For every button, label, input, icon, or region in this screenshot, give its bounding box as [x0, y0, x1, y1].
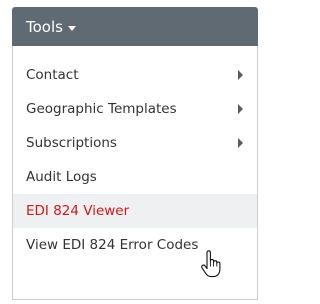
menu-item-edi-824-viewer[interactable]: EDI 824 Viewer	[13, 194, 257, 228]
menu-item-label: View EDI 824 Error Codes	[26, 237, 199, 253]
caret-down-icon	[67, 25, 76, 31]
submenu-arrow-icon	[238, 104, 243, 114]
menu-item-audit-logs[interactable]: Audit Logs	[13, 160, 257, 194]
menu-item-label: Subscriptions	[26, 135, 117, 151]
tools-dropdown-menu: Contact Geographic Templates Subscriptio…	[12, 46, 258, 300]
menu-item-label: Audit Logs	[26, 169, 97, 185]
menu-item-view-edi-824-error-codes[interactable]: View EDI 824 Error Codes	[13, 228, 257, 262]
menu-item-geographic-templates[interactable]: Geographic Templates	[13, 92, 257, 126]
menu-item-label: Geographic Templates	[26, 101, 177, 117]
tools-menu-title: Tools	[26, 17, 63, 36]
menu-item-label: Contact	[26, 67, 79, 83]
menu-item-contact[interactable]: Contact	[13, 58, 257, 92]
submenu-arrow-icon	[238, 70, 243, 80]
menu-item-label: EDI 824 Viewer	[26, 203, 130, 219]
menu-item-subscriptions[interactable]: Subscriptions	[13, 126, 257, 160]
tools-menu-button[interactable]: Tools	[12, 7, 258, 46]
submenu-arrow-icon	[238, 138, 243, 148]
